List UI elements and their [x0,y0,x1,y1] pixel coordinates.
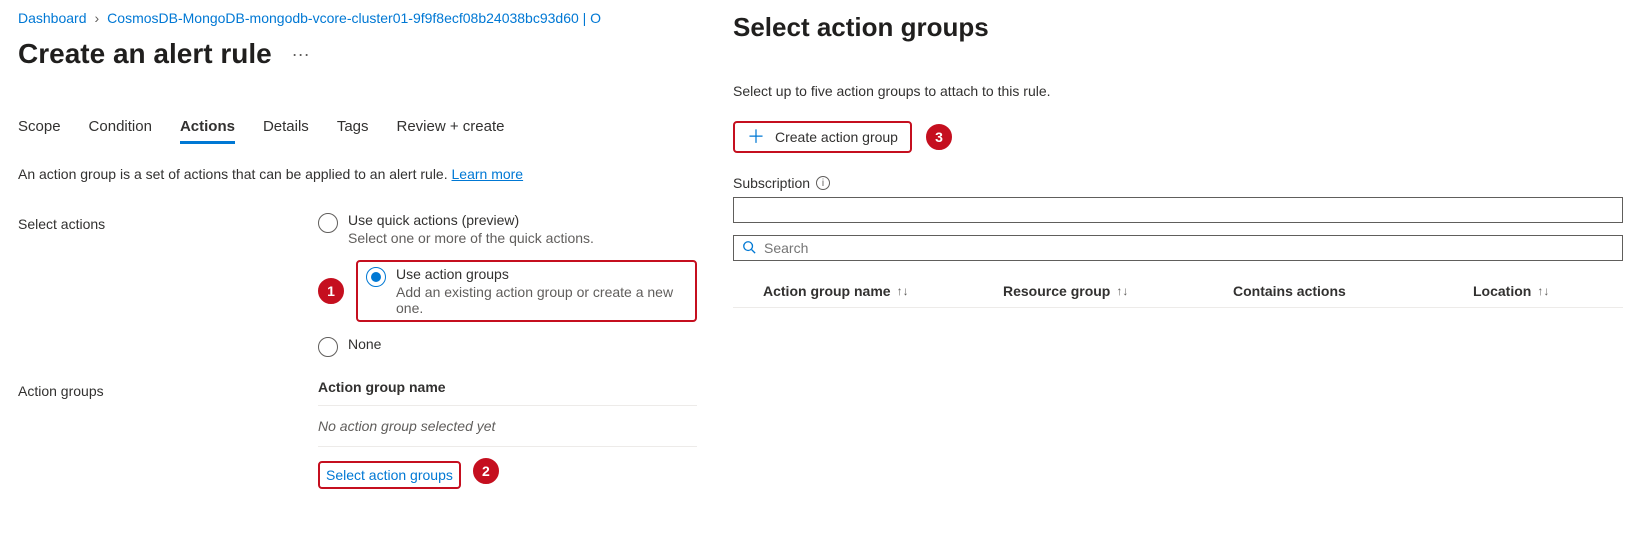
select-actions-radio-group: Use quick actions (preview) Select one o… [318,212,697,357]
tab-condition[interactable]: Condition [89,118,152,144]
radio-label: Use action groups [396,266,687,282]
learn-more-link[interactable]: Learn more [452,166,524,182]
search-input[interactable] [764,240,1614,256]
info-icon[interactable]: i [816,176,830,190]
annotation-callout-2: 2 [473,458,499,484]
wizard-tabs: Scope Condition Actions Details Tags Rev… [18,118,697,144]
select-actions-label: Select actions [18,212,318,232]
subscription-label: Subscription i [733,175,1623,191]
radio-none[interactable]: None [318,336,697,357]
tab-details[interactable]: Details [263,118,309,144]
col-action-group-name[interactable]: Action group name ↑↓ [763,283,963,299]
search-icon [742,240,756,257]
tab-review-create[interactable]: Review + create [397,118,505,144]
radio-use-action-groups[interactable]: Use action groups Add an existing action… [366,266,687,316]
sort-icon: ↑↓ [1116,284,1128,298]
annotation-callout-1: 1 [318,278,344,304]
select-action-groups-link[interactable]: Select action groups [318,461,461,489]
panel-description: Select up to five action groups to attac… [733,83,1623,99]
page-title: Create an alert rule [18,38,272,70]
col-resource-group[interactable]: Resource group ↑↓ [1003,283,1193,299]
radio-icon[interactable] [318,337,338,357]
annotation-callout-3: 3 [926,124,952,150]
main-content-panel: Dashboard › CosmosDB-MongoDB-mongodb-vco… [0,0,715,551]
radio-quick-actions[interactable]: Use quick actions (preview) Select one o… [318,212,697,246]
radio-sublabel: Add an existing action group or create a… [396,284,687,316]
select-action-groups-panel: Select action groups Select up to five a… [715,0,1641,551]
action-groups-label: Action groups [18,379,318,399]
sort-icon: ↑↓ [897,284,909,298]
breadcrumb-separator: › [95,10,100,26]
radio-icon[interactable] [366,267,386,287]
action-group-empty-text: No action group selected yet [318,406,697,447]
radio-label: None [348,336,381,352]
col-contains-actions[interactable]: Contains actions [1233,283,1433,299]
action-group-name-header: Action group name [318,379,697,406]
breadcrumb: Dashboard › CosmosDB-MongoDB-mongodb-vco… [18,10,697,26]
more-actions-icon[interactable]: ··· [292,44,310,65]
panel-title: Select action groups [733,12,1623,43]
action-groups-table-header: Action group name ↑↓ Resource group ↑↓ C… [733,275,1623,308]
create-action-group-button[interactable]: ＋ Create action group [733,121,912,153]
radio-label: Use quick actions (preview) [348,212,594,228]
subscription-input[interactable] [733,197,1623,223]
radio-sublabel: Select one or more of the quick actions. [348,230,594,246]
tab-description: An action group is a set of actions that… [18,166,697,182]
tab-scope[interactable]: Scope [18,118,61,144]
create-action-group-label: Create action group [775,129,898,145]
plus-icon: ＋ [747,128,765,146]
tab-tags[interactable]: Tags [337,118,369,144]
radio-icon[interactable] [318,213,338,233]
sort-icon: ↑↓ [1537,284,1549,298]
search-box[interactable] [733,235,1623,261]
col-location[interactable]: Location ↑↓ [1473,283,1593,299]
breadcrumb-resource[interactable]: CosmosDB-MongoDB-mongodb-vcore-cluster01… [107,10,601,26]
tab-actions[interactable]: Actions [180,118,235,144]
breadcrumb-dashboard[interactable]: Dashboard [18,10,87,26]
